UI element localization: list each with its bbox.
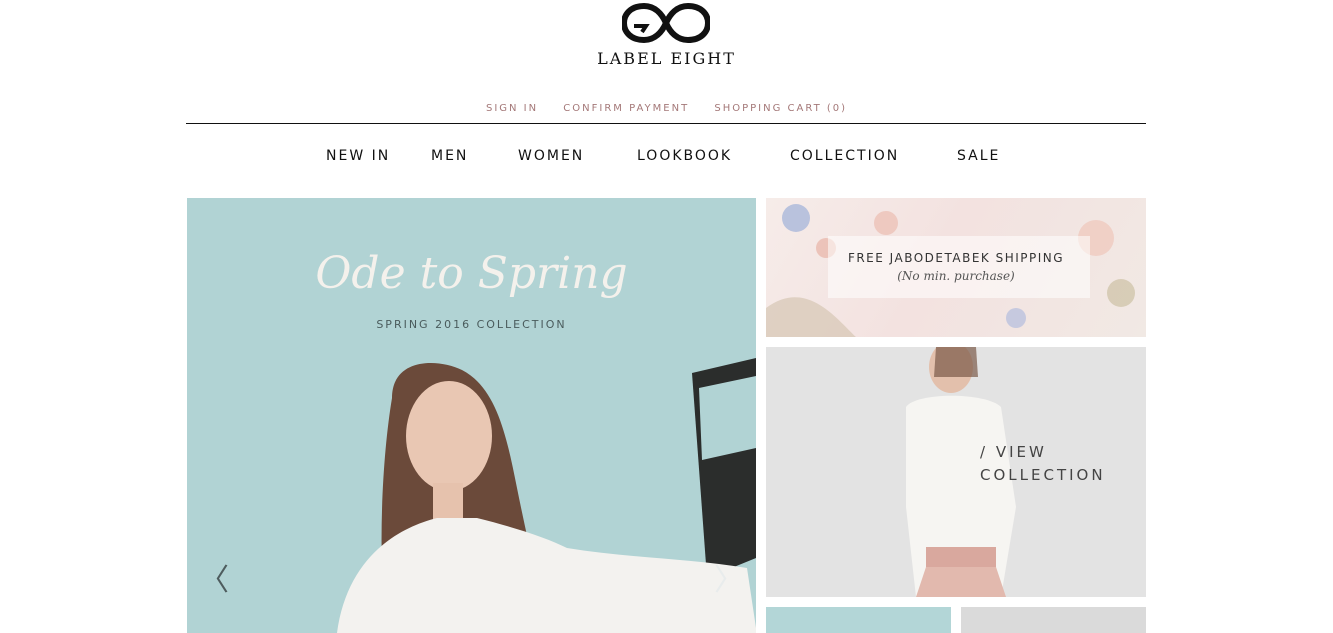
brand-name: LABEL EIGHT bbox=[597, 49, 736, 68]
chevron-left-icon[interactable]: 〈 bbox=[199, 555, 229, 599]
shipping-title: FREE JABODETABEK SHIPPING bbox=[847, 251, 1065, 265]
confirm-payment-link[interactable]: CONFIRM PAYMENT bbox=[563, 103, 689, 114]
view-collection-text: / VIEW COLLECTION bbox=[980, 441, 1106, 487]
nav-item-collection[interactable]: COLLECTION bbox=[790, 148, 899, 164]
utility-nav: SIGN IN CONFIRM PAYMENT SHOPPING CART (0… bbox=[0, 103, 1333, 114]
product-thumbnail[interactable] bbox=[766, 607, 951, 633]
product-thumbnail[interactable] bbox=[961, 607, 1146, 633]
nav-item-lookbook[interactable]: LOOKBOOK bbox=[637, 148, 732, 164]
shipping-promo-banner[interactable]: FREE JABODETABEK SHIPPING (No min. purch… bbox=[766, 198, 1146, 337]
main-nav: NEW IN MEN WOMEN LOOKBOOK COLLECTION SAL… bbox=[0, 148, 1333, 170]
shipping-subtitle: (No min. purchase) bbox=[897, 269, 1015, 283]
nav-item-men[interactable]: MEN bbox=[431, 148, 468, 164]
hero-slider[interactable]: Ode to Spring SPRING 2016 COLLECTION 〈 〉 bbox=[187, 198, 756, 633]
hero-title: Ode to Spring bbox=[315, 248, 628, 299]
hero-subtitle: SPRING 2016 COLLECTION bbox=[376, 318, 567, 331]
nav-item-women[interactable]: WOMEN bbox=[518, 148, 584, 164]
sign-in-link[interactable]: SIGN IN bbox=[486, 103, 538, 114]
shopping-cart-link[interactable]: SHOPPING CART (0) bbox=[714, 103, 847, 114]
nav-item-sale[interactable]: SALE bbox=[957, 148, 1000, 164]
header-divider bbox=[186, 123, 1146, 124]
chevron-right-icon[interactable]: 〉 bbox=[714, 555, 744, 599]
shipping-text-box bbox=[828, 236, 1090, 298]
infinity-logo-icon bbox=[622, 2, 710, 44]
nav-item-new-in[interactable]: NEW IN bbox=[326, 148, 390, 164]
view-collection-banner[interactable]: / VIEW COLLECTION bbox=[766, 347, 1146, 597]
view-collection-line1: / VIEW bbox=[980, 443, 1047, 461]
view-collection-line2: COLLECTION bbox=[980, 466, 1106, 484]
